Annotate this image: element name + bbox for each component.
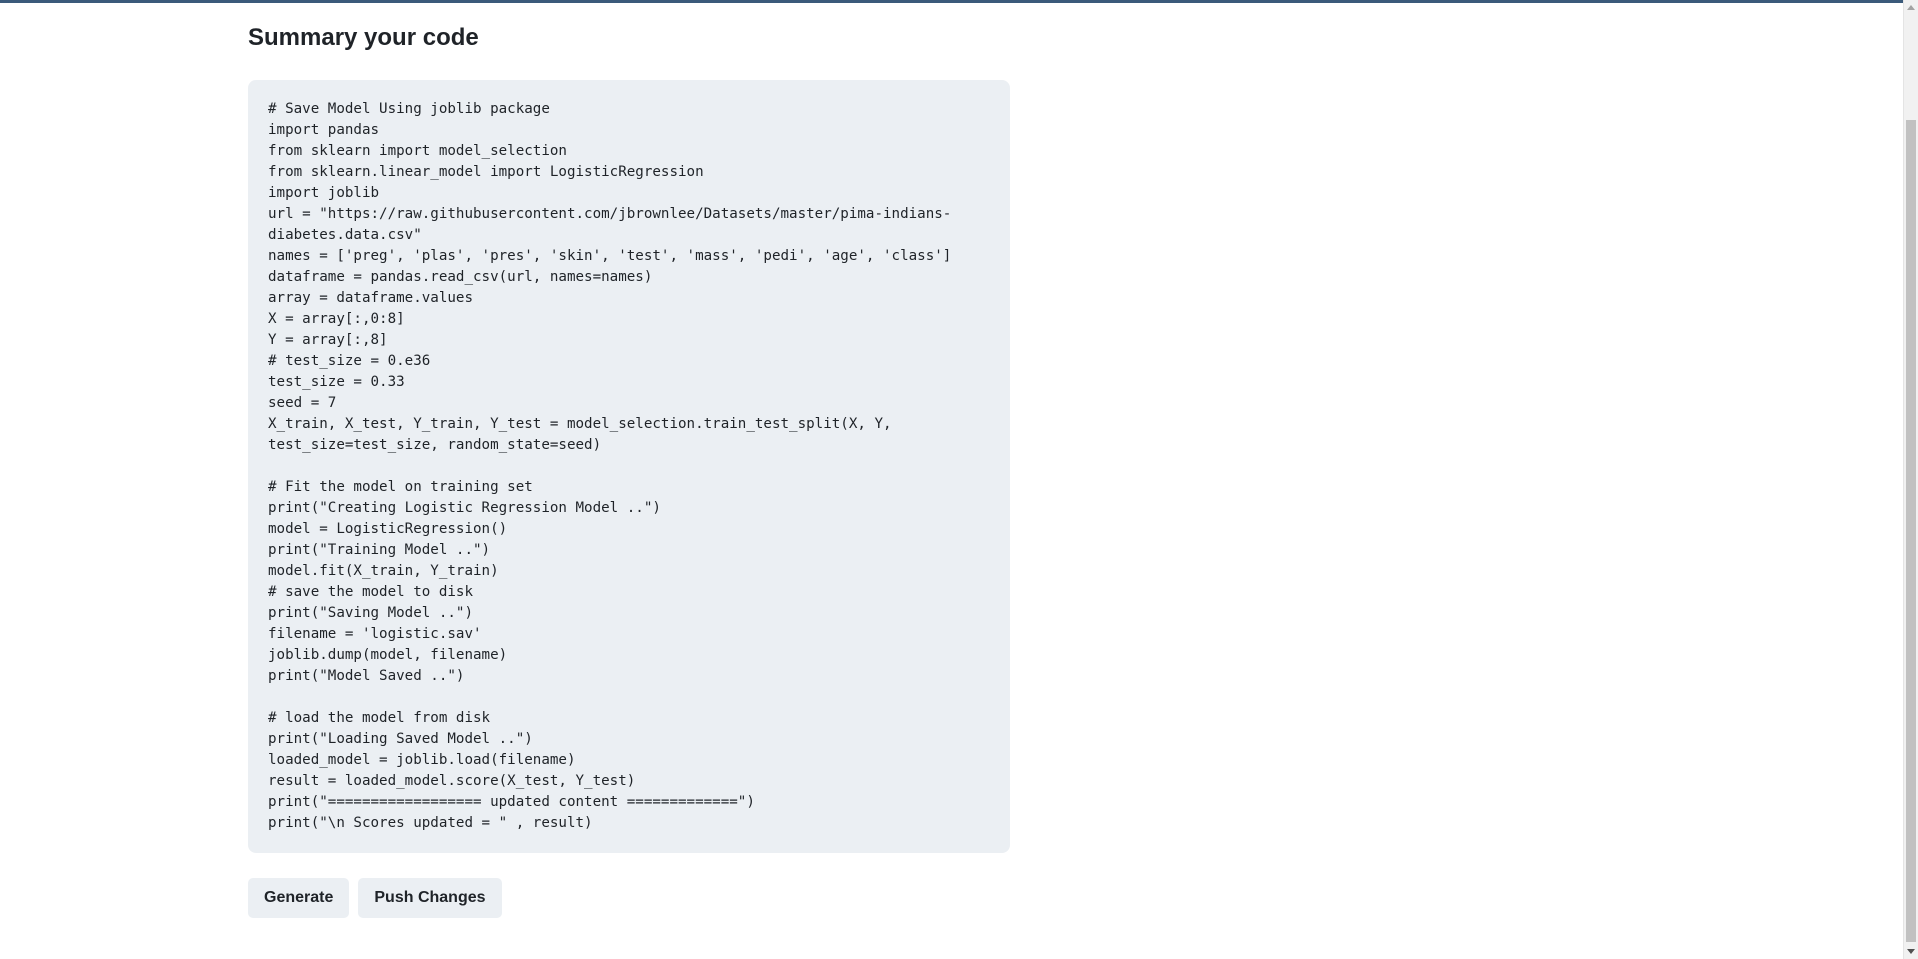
scroll-up-arrow-icon[interactable]: [1907, 5, 1915, 10]
vertical-scrollbar[interactable]: [1903, 0, 1918, 959]
generate-button[interactable]: Generate: [248, 878, 350, 918]
top-border: [0, 0, 1918, 3]
push-changes-button[interactable]: Push Changes: [358, 878, 502, 918]
code-block: # Save Model Using joblib package import…: [248, 80, 1010, 853]
code-text: # Save Model Using joblib package import…: [268, 101, 952, 831]
scroll-thumb[interactable]: [1906, 120, 1916, 942]
scroll-down-arrow-icon[interactable]: [1907, 949, 1915, 954]
page-content: Summary your code # Save Model Using job…: [248, 20, 1010, 918]
page-title: Summary your code: [248, 24, 479, 51]
action-bar: Generate Push Changes: [248, 878, 1010, 918]
